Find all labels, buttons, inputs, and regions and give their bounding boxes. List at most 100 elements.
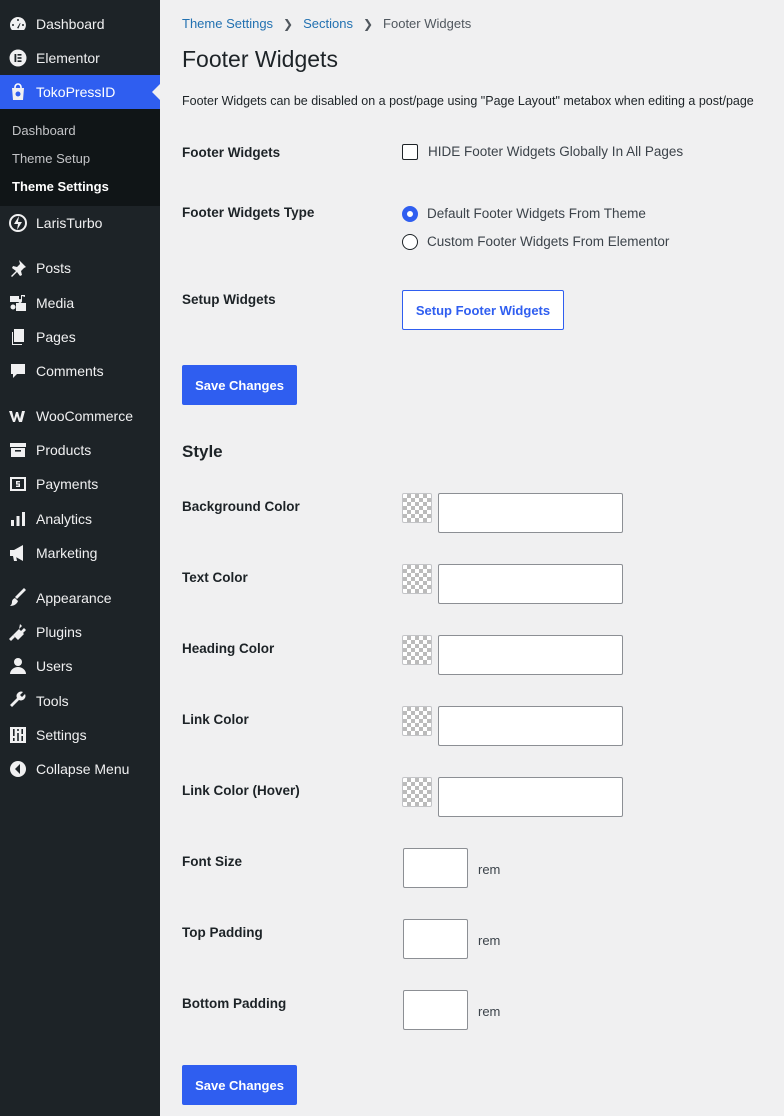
menu-item-label: Appearance bbox=[36, 590, 112, 606]
chevron-right-icon: ❯ bbox=[362, 16, 374, 31]
hide-footer-widgets-label: HIDE Footer Widgets Globally In All Page… bbox=[428, 144, 684, 159]
menu-item-label: TokoPressID bbox=[36, 84, 116, 100]
admin-sidebar: Dashboard Elementor TokoPressID Dashboar… bbox=[0, 0, 160, 1116]
comment-icon bbox=[0, 361, 36, 381]
link-hover-color-swatch[interactable] bbox=[402, 777, 432, 807]
menu-item-plugins[interactable]: Plugins bbox=[0, 615, 160, 649]
heading-color-input[interactable] bbox=[438, 635, 623, 675]
footer-widgets-label: Footer Widgets bbox=[182, 145, 281, 160]
radio-default-footer-widgets[interactable] bbox=[402, 206, 418, 222]
laristurbo-icon bbox=[0, 213, 36, 233]
menu-item-products[interactable]: Products bbox=[0, 433, 160, 467]
menu-item-label: Media bbox=[36, 295, 75, 311]
top-padding-input[interactable] bbox=[403, 919, 468, 959]
menu-item-label: Elementor bbox=[36, 50, 100, 66]
text-color-input[interactable] bbox=[438, 564, 623, 604]
menu-item-users[interactable]: Users bbox=[0, 649, 160, 683]
save-changes-button-style[interactable]: Save Changes bbox=[182, 1065, 297, 1105]
font-size-label: Font Size bbox=[182, 854, 242, 869]
archive-icon bbox=[0, 440, 36, 460]
plug-icon bbox=[0, 622, 36, 642]
bottom-padding-input[interactable] bbox=[403, 990, 468, 1030]
font-size-unit: rem bbox=[478, 862, 501, 877]
media-icon bbox=[0, 293, 36, 313]
menu-item-woocommerce[interactable]: WooCommerce bbox=[0, 399, 160, 433]
user-icon bbox=[0, 656, 36, 676]
menu-item-tools[interactable]: Tools bbox=[0, 684, 160, 718]
menu-item-label: Posts bbox=[36, 260, 72, 276]
background-color-input[interactable] bbox=[438, 493, 623, 533]
bottom-padding-label: Bottom Padding bbox=[182, 996, 287, 1011]
background-color-swatch[interactable] bbox=[402, 493, 432, 523]
page-title: Footer Widgets bbox=[182, 46, 338, 72]
menu-item-media[interactable]: Media bbox=[0, 286, 160, 320]
menu-item-pages[interactable]: Pages bbox=[0, 320, 160, 354]
breadcrumb-link-theme-settings[interactable]: Theme Settings bbox=[182, 16, 273, 31]
background-color-label: Background Color bbox=[182, 499, 300, 514]
setup-widgets-label: Setup Widgets bbox=[182, 292, 276, 307]
menu-item-label: Settings bbox=[36, 727, 87, 743]
page-description: Footer Widgets can be disabled on a post… bbox=[182, 94, 754, 108]
menu-item-tokopressid[interactable]: TokoPressID bbox=[0, 75, 160, 109]
heading-color-swatch[interactable] bbox=[402, 635, 432, 665]
settings-sliders-icon bbox=[0, 725, 36, 745]
menu-item-elementor[interactable]: Elementor bbox=[0, 41, 160, 75]
chart-bar-icon bbox=[0, 509, 36, 529]
submenu-item-dashboard[interactable]: Dashboard bbox=[12, 123, 76, 138]
style-section-heading: Style bbox=[182, 442, 223, 461]
megaphone-icon bbox=[0, 543, 36, 563]
menu-item-dashboard[interactable]: Dashboard bbox=[0, 7, 160, 41]
menu-item-label: Collapse Menu bbox=[36, 761, 130, 777]
submenu-item-theme-setup[interactable]: Theme Setup bbox=[12, 151, 90, 166]
collapse-icon bbox=[0, 759, 36, 779]
link-hover-color-input[interactable] bbox=[438, 777, 623, 817]
link-color-swatch[interactable] bbox=[402, 706, 432, 736]
text-color-label: Text Color bbox=[182, 570, 248, 585]
menu-item-label: LarisTurbo bbox=[36, 215, 103, 231]
menu-item-label: WooCommerce bbox=[36, 408, 133, 424]
menu-item-marketing[interactable]: Marketing bbox=[0, 536, 160, 570]
main-content: Theme Settings ❯ Sections ❯ Footer Widge… bbox=[160, 0, 784, 1116]
tokopress-submenu: Dashboard Theme Setup Theme Settings bbox=[0, 109, 160, 206]
save-changes-button[interactable]: Save Changes bbox=[182, 365, 297, 405]
top-padding-label: Top Padding bbox=[182, 925, 263, 940]
pin-icon bbox=[0, 258, 36, 278]
radio-default-label: Default Footer Widgets From Theme bbox=[427, 206, 646, 221]
menu-item-label: Marketing bbox=[36, 545, 98, 561]
menu-item-collapse[interactable]: Collapse Menu bbox=[0, 752, 160, 786]
font-size-input[interactable] bbox=[403, 848, 468, 888]
menu-item-label: Users bbox=[36, 658, 73, 674]
chevron-right-icon: ❯ bbox=[283, 16, 294, 31]
elementor-icon bbox=[0, 48, 36, 68]
menu-item-settings[interactable]: Settings bbox=[0, 718, 160, 752]
tokopress-icon bbox=[0, 82, 36, 102]
breadcrumb-link-sections[interactable]: Sections bbox=[303, 16, 353, 31]
woocommerce-icon bbox=[0, 406, 36, 426]
dashboard-icon bbox=[0, 14, 36, 34]
brush-icon bbox=[0, 588, 36, 608]
money-icon bbox=[0, 474, 36, 494]
link-color-label: Link Color bbox=[182, 712, 249, 727]
breadcrumb: Theme Settings ❯ Sections ❯ Footer Widge… bbox=[182, 16, 471, 31]
menu-item-posts[interactable]: Posts bbox=[0, 251, 160, 285]
menu-item-comments[interactable]: Comments bbox=[0, 354, 160, 388]
pages-icon bbox=[0, 327, 36, 347]
text-color-swatch[interactable] bbox=[402, 564, 432, 594]
heading-color-label: Heading Color bbox=[182, 641, 275, 656]
link-color-input[interactable] bbox=[438, 706, 623, 746]
menu-item-analytics[interactable]: Analytics bbox=[0, 502, 160, 536]
setup-footer-widgets-button[interactable]: Setup Footer Widgets bbox=[402, 290, 564, 330]
menu-item-label: Plugins bbox=[36, 624, 82, 640]
bottom-padding-unit: rem bbox=[478, 1004, 501, 1019]
radio-custom-footer-widgets[interactable] bbox=[402, 234, 418, 250]
menu-item-label: Dashboard bbox=[36, 16, 105, 32]
menu-item-label: Payments bbox=[36, 476, 99, 492]
hide-footer-widgets-checkbox[interactable] bbox=[402, 144, 418, 160]
menu-item-laristurbo[interactable]: LarisTurbo bbox=[0, 206, 160, 240]
menu-item-appearance[interactable]: Appearance bbox=[0, 581, 160, 615]
link-hover-color-label: Link Color (Hover) bbox=[182, 783, 300, 798]
menu-item-label: Comments bbox=[36, 363, 104, 379]
top-padding-unit: rem bbox=[478, 933, 501, 948]
menu-item-payments[interactable]: Payments bbox=[0, 467, 160, 501]
submenu-item-theme-settings[interactable]: Theme Settings bbox=[12, 179, 109, 194]
